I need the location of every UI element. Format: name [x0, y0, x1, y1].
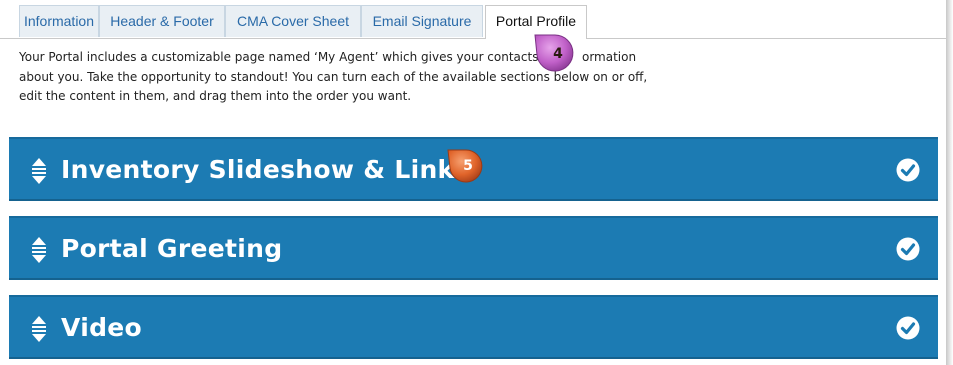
check-circle-icon[interactable] — [896, 158, 920, 182]
tab-information[interactable]: Information — [19, 5, 99, 37]
tab-cma-cover-sheet[interactable]: CMA Cover Sheet — [225, 5, 361, 37]
check-circle-icon[interactable] — [896, 316, 920, 340]
panel-shadow — [946, 0, 953, 365]
section-video[interactable]: Video — [9, 295, 938, 359]
section-portal-greeting[interactable]: Portal Greeting — [9, 216, 938, 280]
section-title: Portal Greeting — [61, 234, 283, 263]
tab-header-footer[interactable]: Header & Footer — [99, 5, 225, 37]
intro-line-1-start: Your Portal includes a customizable page… — [19, 50, 554, 64]
drag-handle-icon[interactable] — [32, 316, 46, 342]
marker-number: 4 — [553, 46, 563, 62]
section-title: Inventory Slideshow & Links — [61, 155, 470, 184]
step-marker-4: 4 — [533, 33, 575, 75]
check-circle-icon[interactable] — [896, 237, 920, 261]
tab-email-signature[interactable]: Email Signature — [361, 5, 483, 37]
drag-handle-icon[interactable] — [32, 237, 46, 263]
section-title: Video — [61, 313, 143, 342]
step-marker-5: 5 — [446, 148, 484, 186]
tab-bar: Information Header & Footer CMA Cover Sh… — [0, 0, 946, 39]
intro-line-3: edit the content in them, and drag them … — [19, 89, 412, 103]
intro-line-1-end: ormation — [581, 50, 637, 64]
marker-number: 5 — [463, 158, 473, 174]
drag-handle-icon[interactable] — [32, 158, 46, 184]
